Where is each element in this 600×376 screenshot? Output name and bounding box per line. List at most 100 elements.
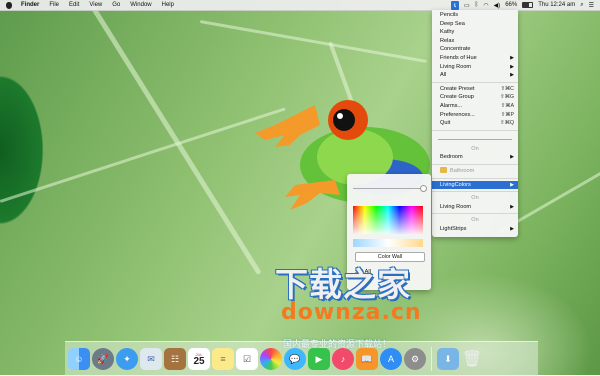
submenu-arrow-icon: ▶ [510, 54, 514, 61]
create-preset-item[interactable]: Create Preset ⇧⌘C [432, 85, 518, 94]
livingcolors-item[interactable]: LivingColors ▶ [432, 180, 518, 190]
spotlight-icon[interactable]: ⌕ [580, 0, 583, 10]
living-room-item[interactable]: Living Room ▶ [432, 63, 518, 72]
action-label: Alarms... [440, 102, 463, 109]
menu-file[interactable]: File [44, 0, 64, 10]
friends-of-hue-item[interactable]: Friends of Hue ▶ [432, 54, 518, 63]
wifi-icon[interactable]: ◠ [483, 0, 488, 10]
color-spectrum-picker[interactable] [353, 206, 423, 234]
safari-icon[interactable]: ✦ [116, 348, 138, 370]
photos-icon[interactable] [260, 348, 282, 370]
watermark-url: downza.cn [281, 300, 422, 325]
all-item[interactable]: All ▶ [432, 71, 518, 80]
create-group-item[interactable]: Create Group ⇧⌘G [432, 93, 518, 102]
watermark-title: 下载之家 [275, 265, 411, 304]
leaf-vein [199, 20, 427, 63]
lightstrips-item[interactable]: LightStrips ▶ [432, 225, 518, 234]
slider-track [353, 188, 425, 189]
battery-fill [523, 3, 530, 7]
menu-edit[interactable]: Edit [64, 0, 84, 10]
leaf-vein [0, 107, 286, 203]
volume-icon[interactable]: ◀) [494, 0, 501, 10]
airplay-icon[interactable]: ▭ [464, 0, 470, 10]
scene-label: Concentrate [440, 46, 471, 53]
app-store-icon[interactable]: A [380, 348, 402, 370]
facetime-icon[interactable]: ▶ [308, 348, 330, 370]
trash-icon[interactable]: 🗑 [461, 348, 483, 370]
menu-separator [432, 163, 518, 165]
quit-item[interactable]: Quit ⇧⌘Q [432, 119, 518, 128]
bedroom-label: Bedroom [440, 154, 463, 161]
on-toggle-1[interactable]: On [432, 145, 518, 154]
living-room-2-item[interactable]: Living Room ▶ [432, 203, 518, 212]
scene-label: Pencils [440, 12, 459, 18]
living-room-label: Living Room [440, 63, 472, 70]
scene-item[interactable]: Kathy [432, 28, 518, 37]
menu-view[interactable]: View [84, 0, 107, 10]
submenu-arrow-icon: ▶ [510, 203, 514, 210]
scene-item[interactable]: Relax [432, 37, 518, 46]
action-label: Create Group [440, 94, 474, 101]
preferences-item[interactable]: Preferences... ⇧⌘P [432, 111, 518, 120]
brightness-slider[interactable] [347, 182, 431, 194]
action-label: Preferences... [440, 111, 475, 118]
calendar-day: 25 [193, 355, 205, 367]
shortcut-label: ⇧⌘Q [500, 120, 514, 127]
menu-window[interactable]: Window [125, 0, 156, 10]
messages-icon[interactable]: 💬 [284, 348, 306, 370]
scene-item[interactable]: Deep Sea [432, 20, 518, 29]
menu-go[interactable]: Go [107, 0, 125, 10]
calendar-icon[interactable]: JUL 25 [188, 348, 210, 370]
menu-separator [432, 177, 518, 179]
on-toggle-3[interactable]: On [432, 216, 518, 225]
contacts-icon[interactable]: ☷ [164, 348, 186, 370]
notification-center-icon[interactable]: ☰ [589, 0, 594, 10]
bathroom-item[interactable]: Bathroom [432, 167, 518, 176]
notes-icon[interactable]: ≡ [212, 348, 234, 370]
bathroom-label: Bathroom [450, 167, 475, 174]
hue-menu-icon[interactable]: ꙇ [451, 0, 460, 10]
hue-dropdown-menu: Pencils Deep Sea Kathy Relax Concentrate… [432, 10, 518, 237]
battery-percent: 66% [505, 2, 518, 8]
system-preferences-icon[interactable]: ⚙ [404, 348, 426, 370]
clock[interactable]: Thu 12:24 am [538, 0, 575, 10]
launchpad-icon[interactable]: 🚀 [92, 348, 114, 370]
music-icon[interactable]: ♪ [332, 348, 354, 370]
leaf-vein [87, 1, 262, 276]
menu-help[interactable]: Help [157, 0, 179, 10]
books-icon[interactable]: 📖 [356, 348, 378, 370]
alarms-item[interactable]: Alarms... ⇧⌘A [432, 102, 518, 111]
dock: ☺ 🚀 ✦ ✉ ☷ JUL 25 ≡ ☑ 💬 ▶ ♪ 📖 A ⚙ ⬇ 🗑 [65, 341, 538, 376]
reminders-icon[interactable]: ☑ [236, 348, 258, 370]
mail-icon[interactable]: ✉ [140, 348, 162, 370]
brightness-slider[interactable] [432, 133, 518, 145]
on-label: On [471, 145, 479, 152]
submenu-arrow-icon: ▶ [510, 181, 514, 188]
white-temperature-picker[interactable] [353, 239, 423, 247]
submenu-arrow-icon: ▶ [510, 72, 514, 79]
scene-label: Relax [440, 37, 455, 44]
menu-separator [432, 81, 518, 83]
battery-icon[interactable] [522, 0, 534, 10]
menu-separator [432, 191, 518, 193]
bluetooth-icon[interactable]: ᛒ [475, 0, 479, 10]
shortcut-label: ⇧⌘G [500, 94, 514, 101]
living-room-label: Living Room [440, 203, 472, 210]
slider-knob[interactable] [420, 185, 427, 192]
slider-track [438, 138, 512, 140]
bedroom-item[interactable]: Bedroom ▶ [432, 153, 518, 162]
menu-app-name[interactable]: Finder [16, 0, 44, 10]
apple-logo-icon[interactable] [6, 1, 12, 9]
action-label: Quit [440, 120, 451, 127]
livingcolors-label: LivingColors [440, 181, 471, 188]
menu-separator [432, 213, 518, 215]
submenu-arrow-icon: ▶ [510, 154, 514, 161]
scene-label: Deep Sea [440, 20, 465, 27]
scene-item[interactable]: Pencils [432, 11, 518, 20]
on-toggle-2[interactable]: On [432, 194, 518, 203]
scene-item[interactable]: Concentrate [432, 45, 518, 54]
finder-icon[interactable]: ☺ [68, 348, 90, 370]
warning-icon [440, 167, 447, 174]
on-label: On [471, 217, 479, 224]
downloads-folder-icon[interactable]: ⬇ [437, 348, 459, 370]
